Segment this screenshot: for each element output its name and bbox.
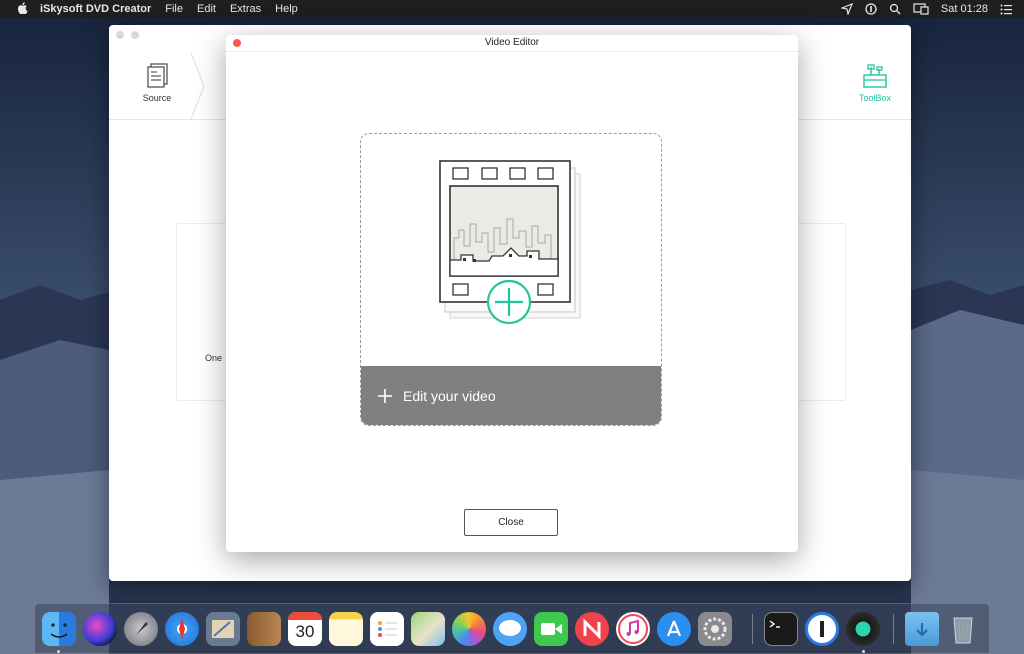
plus-icon — [377, 388, 393, 404]
step-toolbox-label: ToolBox — [858, 93, 892, 103]
document-icon — [147, 63, 168, 88]
window-minimize-button[interactable] — [131, 31, 139, 39]
facetime-icon[interactable] — [534, 612, 568, 646]
location-icon[interactable] — [840, 3, 853, 15]
app-store-icon[interactable] — [657, 612, 691, 646]
reminders-icon[interactable] — [370, 612, 404, 646]
menu-edit[interactable]: Edit — [197, 3, 216, 15]
add-video-drop-zone[interactable]: Edit your video — [360, 133, 662, 426]
dvd-creator-icon[interactable] — [846, 612, 880, 646]
drop-zone-footer[interactable]: Edit your video — [361, 366, 661, 425]
maps-icon[interactable] — [411, 612, 445, 646]
itunes-icon[interactable] — [616, 612, 650, 646]
partial-content-text: One — [205, 353, 223, 363]
onepassword-icon[interactable] — [805, 612, 839, 646]
contacts-icon[interactable] — [247, 612, 281, 646]
search-icon[interactable] — [889, 3, 901, 15]
menu-app-name[interactable]: iSkysoft DVD Creator — [40, 3, 151, 15]
dock-separator — [893, 614, 894, 644]
menu-extras[interactable]: Extras — [230, 3, 261, 15]
close-button[interactable]: Close — [464, 509, 558, 536]
toolbox-icon — [863, 64, 887, 88]
notification-center-icon[interactable] — [1000, 4, 1012, 15]
news-icon[interactable] — [575, 612, 609, 646]
safari-icon[interactable] — [165, 612, 199, 646]
video-editor-dialog: Video Editor Edit your video Close — [226, 35, 798, 552]
terminal-icon[interactable] — [764, 612, 798, 646]
mail-icon[interactable] — [206, 612, 240, 646]
film-strip-add-icon — [439, 160, 581, 325]
trash-icon[interactable] — [946, 612, 980, 646]
notes-icon[interactable] — [329, 612, 363, 646]
menu-bar: iSkysoft DVD Creator File Edit Extras He… — [0, 0, 1024, 18]
downloads-folder-icon[interactable] — [905, 612, 939, 646]
messages-icon[interactable] — [493, 612, 527, 646]
dialog-close-dot[interactable] — [233, 39, 241, 47]
dock-running-indicator — [862, 650, 865, 653]
step-source-label: Source — [142, 93, 172, 103]
step-toolbox[interactable]: ToolBox — [853, 63, 897, 103]
menu-help[interactable]: Help — [275, 3, 298, 15]
window-close-button[interactable] — [116, 31, 124, 39]
step-chevron-icon — [191, 53, 205, 119]
launchpad-icon[interactable] — [124, 612, 158, 646]
menu-file[interactable]: File — [165, 3, 183, 15]
onepassword-menu-icon[interactable] — [865, 3, 877, 15]
finder-icon[interactable] — [42, 612, 76, 646]
menu-clock[interactable]: Sat 01:28 — [941, 3, 988, 15]
system-preferences-icon[interactable] — [698, 612, 732, 646]
calendar-day: 30 — [295, 622, 315, 641]
apple-icon[interactable] — [14, 1, 30, 17]
edit-your-video-label: Edit your video — [403, 387, 496, 404]
photos-icon[interactable] — [452, 612, 486, 646]
dock-separator — [752, 614, 753, 644]
dock: 30 — [34, 603, 990, 654]
siri-icon[interactable] — [83, 612, 117, 646]
dock-running-indicator — [57, 650, 60, 653]
dialog-titlebar: Video Editor — [226, 35, 798, 52]
step-source[interactable]: Source — [135, 63, 179, 103]
screen-mirroring-icon[interactable] — [913, 3, 929, 15]
dialog-title: Video Editor — [484, 37, 540, 48]
calendar-icon[interactable]: 30 — [288, 612, 322, 646]
